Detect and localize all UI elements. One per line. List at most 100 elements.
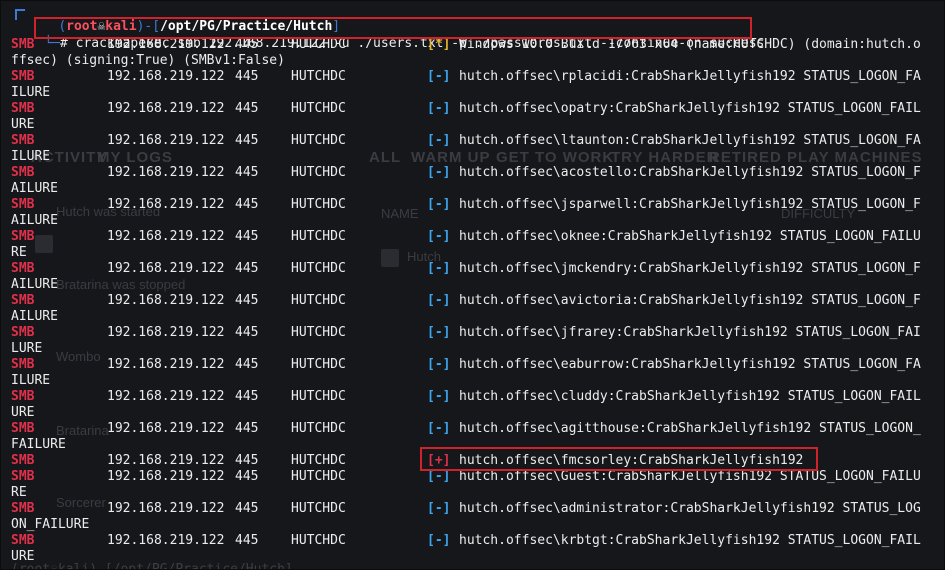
row-host: HUTCHDC xyxy=(291,69,346,84)
row-host: HUTCHDC xyxy=(291,293,346,308)
next-prompt-faded: (root☠kali)-[/opt/PG/Practice/Hutch] xyxy=(11,562,293,570)
row-ip: 192.168.219.122 xyxy=(107,165,225,180)
row-port: 445 xyxy=(235,469,259,484)
row-status-marker: [-] xyxy=(427,133,451,148)
ghost-icon-1 xyxy=(35,235,53,253)
row-status-marker: [-] xyxy=(427,469,451,484)
row-protocol: SMB xyxy=(11,453,35,468)
row-port: 445 xyxy=(235,165,259,180)
output-row-wrap: AILURE xyxy=(11,181,58,196)
row-host: HUTCHDC xyxy=(291,357,346,372)
row-host: HUTCHDC xyxy=(291,325,346,340)
row-message: hutch.offsec\krbtgt:CrabSharkJellyfish19… xyxy=(459,533,921,548)
row-protocol: SMB xyxy=(11,261,35,276)
ghost-event-2: Bratarina was stopped xyxy=(56,277,186,292)
row-status-marker: [-] xyxy=(427,261,451,276)
ghost-icon-2 xyxy=(381,249,399,267)
ghost-event-5: Sorcerer xyxy=(56,495,106,510)
output-row-wrap: ILURE xyxy=(11,149,51,164)
row-ip: 192.168.219.122 xyxy=(107,501,225,516)
row-host: HUTCHDC xyxy=(291,453,346,468)
output-row-wrap: AILURE xyxy=(11,277,58,292)
row-message: hutch.offsec\rplacidi:CrabSharkJellyfish… xyxy=(459,69,921,84)
output-row-wrap: AILURE xyxy=(11,309,58,324)
ghost-tab-retired: RETIRED PLAY MACHINES xyxy=(709,149,923,166)
row-host: HUTCHDC xyxy=(291,469,346,484)
ghost-tab-warmup: WARM UP xyxy=(411,149,491,166)
row-host: HUTCHDC xyxy=(291,229,346,244)
prompt-corner-glyph xyxy=(15,9,25,20)
row-ip: 192.168.219.122 xyxy=(107,69,225,84)
row-port: 445 xyxy=(235,37,259,52)
row-ip: 192.168.219.122 xyxy=(107,197,225,212)
prompt-line: (root☠kali)-[/opt/PG/Practice/Hutch] xyxy=(27,3,340,34)
ghost-column-name: NAME xyxy=(381,206,419,221)
row-protocol: SMB xyxy=(11,325,35,340)
row-protocol: SMB xyxy=(11,357,35,372)
row-port: 445 xyxy=(235,389,259,404)
row-port: 445 xyxy=(235,101,259,116)
row-host: HUTCHDC xyxy=(291,133,346,148)
row-status-marker: [-] xyxy=(427,501,451,516)
output-row-wrap: RE xyxy=(11,485,27,500)
row-status-marker: [+] xyxy=(427,453,451,468)
row-protocol: SMB xyxy=(11,69,35,84)
row-status-marker: [-] xyxy=(427,229,451,244)
row-message: hutch.offsec\jsparwell:CrabSharkJellyfis… xyxy=(459,197,921,212)
ghost-tab-tryharder: TRY HARDER xyxy=(611,149,719,166)
row-port: 445 xyxy=(235,501,259,516)
prompt-hash: # xyxy=(59,36,76,51)
ghost-event-3: Wombo xyxy=(56,349,101,364)
row-port: 445 xyxy=(235,421,259,436)
row-ip: 192.168.219.122 xyxy=(107,133,225,148)
output-row-wrap: AILURE xyxy=(11,213,58,228)
row-host: HUTCHDC xyxy=(291,421,346,436)
row-ip: 192.168.219.122 xyxy=(107,261,225,276)
row-ip: 192.168.219.122 xyxy=(107,357,225,372)
row-message: Windows 10.0 Build 17763 x64 (name:HUTCH… xyxy=(459,37,921,52)
row-message: hutch.offsec\acostello:CrabSharkJellyfis… xyxy=(459,165,921,180)
row-protocol: SMB xyxy=(11,501,35,516)
row-host: HUTCHDC xyxy=(291,389,346,404)
row-protocol: SMB xyxy=(11,133,35,148)
row-message: hutch.offsec\opatry:CrabSharkJellyfish19… xyxy=(459,101,921,116)
row-status-marker: [-] xyxy=(427,293,451,308)
row-host: HUTCHDC xyxy=(291,501,346,516)
output-row-wrap: LURE xyxy=(11,341,43,356)
row-ip: 192.168.219.122 xyxy=(107,37,225,52)
row-ip: 192.168.219.122 xyxy=(107,325,225,340)
row-protocol: SMB xyxy=(11,469,35,484)
output-row-wrap: RE xyxy=(11,245,27,260)
row-protocol: SMB xyxy=(11,533,35,548)
terminal-window[interactable]: ACTIVITY MY LOGS ALL WARM UP GET TO WORK… xyxy=(0,0,945,570)
output-row-wrap: ffsec) (signing:True) (SMBv1:False) xyxy=(11,53,285,68)
output-row-wrap: ILURE xyxy=(11,373,51,388)
row-message: hutch.offsec\Guest:CrabSharkJellyfish192… xyxy=(459,469,921,484)
row-protocol: SMB xyxy=(11,37,35,52)
row-status-marker: [-] xyxy=(427,165,451,180)
command-line[interactable]: └─# crackmapexec smb 192.168.219.122 -u … xyxy=(13,20,764,51)
row-status-marker: [-] xyxy=(427,389,451,404)
row-port: 445 xyxy=(235,357,259,372)
row-host: HUTCHDC xyxy=(291,101,346,116)
row-host: HUTCHDC xyxy=(291,533,346,548)
row-status-marker: [-] xyxy=(427,69,451,84)
row-protocol: SMB xyxy=(11,197,35,212)
row-protocol: SMB xyxy=(11,229,35,244)
output-row-wrap: URE xyxy=(11,405,35,420)
row-ip: 192.168.219.122 xyxy=(107,389,225,404)
row-message: hutch.offsec\cluddy:CrabSharkJellyfish19… xyxy=(459,389,921,404)
row-message: hutch.offsec\avictoria:CrabSharkJellyfis… xyxy=(459,293,921,308)
row-protocol: SMB xyxy=(11,101,35,116)
row-status-marker: [*] xyxy=(427,37,451,52)
row-message: hutch.offsec\jfrarey:CrabSharkJellyfish1… xyxy=(459,325,921,340)
row-ip: 192.168.219.122 xyxy=(107,469,225,484)
row-ip: 192.168.219.122 xyxy=(107,293,225,308)
row-message: hutch.offsec\eaburrow:CrabSharkJellyfish… xyxy=(459,357,921,372)
row-port: 445 xyxy=(235,293,259,308)
row-ip: 192.168.219.122 xyxy=(107,101,225,116)
row-protocol: SMB xyxy=(11,165,35,180)
row-port: 445 xyxy=(235,533,259,548)
output-row-wrap: ON_FAILURE xyxy=(11,517,90,532)
row-host: HUTCHDC xyxy=(291,261,346,276)
